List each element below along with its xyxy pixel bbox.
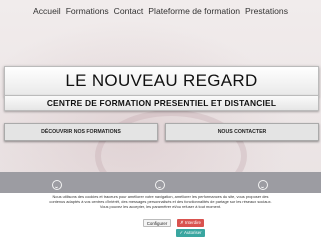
- hero-title: LE NOUVEAU REGARD: [4, 66, 319, 96]
- cookie-banner-text: Nous utilisons des cookies et traceurs p…: [49, 194, 272, 209]
- nav-item-formations[interactable]: Formations: [66, 6, 109, 16]
- nav-item-plateforme[interactable]: Plateforme de formation: [148, 6, 240, 16]
- smiley-icon: [52, 180, 62, 190]
- configure-cookies-button[interactable]: Configurer: [143, 219, 171, 227]
- smiley-icon: [258, 180, 268, 190]
- contact-us-button[interactable]: NOUS CONTACTER: [165, 123, 319, 141]
- smiley-icon: [155, 180, 165, 190]
- top-navigation: Accueil Formations Contact Plateforme de…: [0, 0, 321, 22]
- accept-cookies-button[interactable]: ✓ Autoriser: [176, 229, 205, 237]
- nav-item-prestations[interactable]: Prestations: [245, 6, 288, 16]
- nav-item-contact[interactable]: Contact: [114, 6, 144, 16]
- nav-item-accueil[interactable]: Accueil: [33, 6, 61, 16]
- cookie-banner: Nous utilisons des cookies et traceurs p…: [0, 193, 321, 241]
- refuse-cookies-button[interactable]: ✗ Interdire: [177, 219, 204, 227]
- discover-formations-button[interactable]: DÉCOUVRIR NOS FORMATIONS: [4, 123, 158, 141]
- hero-subtitle: CENTRE DE FORMATION PRESENTIEL ET DISTAN…: [4, 95, 319, 111]
